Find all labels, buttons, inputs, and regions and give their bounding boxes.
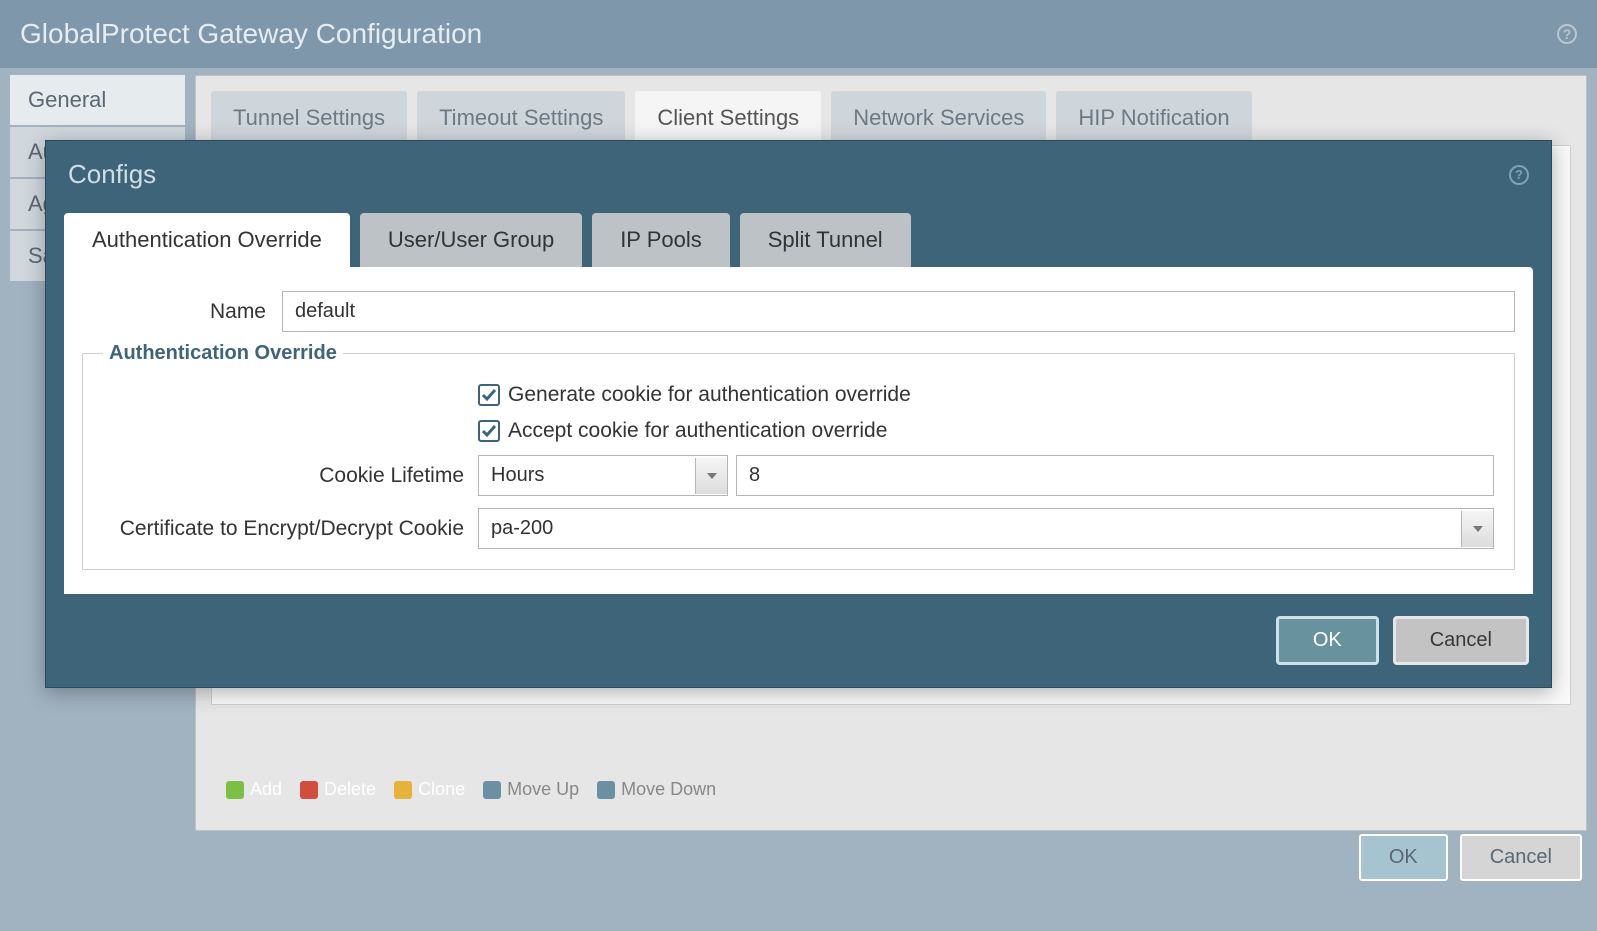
outer-dialog-header: GlobalProtect Gateway Configuration ? [0, 0, 1597, 68]
cookie-lifetime-label: Cookie Lifetime [103, 464, 478, 488]
delete-label: Delete [324, 779, 376, 800]
configs-ok-button[interactable]: OK [1276, 616, 1379, 665]
auth-override-legend: Authentication Override [103, 342, 343, 365]
arrow-down-icon [597, 781, 615, 799]
clone-label: Clone [418, 779, 465, 800]
minus-icon [300, 781, 318, 799]
name-row: Name [82, 291, 1515, 332]
arrow-up-icon [483, 781, 501, 799]
top-tabs: Tunnel Settings Timeout Settings Client … [211, 91, 1571, 145]
configs-title: Configs [68, 159, 156, 190]
add-button[interactable]: Add [226, 779, 282, 800]
outer-dialog-title: GlobalProtect Gateway Configuration [20, 18, 482, 50]
top-tab-timeout-settings[interactable]: Timeout Settings [417, 91, 625, 145]
accept-cookie-label: Accept cookie for authentication overrid… [508, 419, 887, 443]
tab-user-user-group[interactable]: User/User Group [360, 213, 582, 267]
tab-split-tunnel[interactable]: Split Tunnel [740, 213, 911, 267]
delete-button[interactable]: Delete [300, 779, 376, 800]
add-label: Add [250, 779, 282, 800]
help-icon[interactable]: ? [1557, 24, 1577, 44]
cookie-lifetime-row: Cookie Lifetime Hours [103, 455, 1494, 496]
plus-icon [226, 781, 244, 799]
sidebar-tab-general[interactable]: General [10, 75, 185, 127]
generate-cookie-checkbox[interactable] [478, 384, 500, 406]
clone-button[interactable]: Clone [394, 779, 465, 800]
configs-tabs: Authentication Override User/User Group … [46, 213, 1551, 267]
cookie-lifetime-unit-select[interactable]: Hours [478, 455, 728, 496]
check-icon [481, 423, 497, 439]
configs-footer: OK Cancel [46, 594, 1551, 687]
cert-value: pa-200 [479, 509, 1461, 548]
top-tab-tunnel-settings[interactable]: Tunnel Settings [211, 91, 407, 145]
top-tab-hip-notification[interactable]: HIP Notification [1056, 91, 1251, 145]
cookie-lifetime-value-input[interactable] [736, 455, 1494, 496]
generate-cookie-row: Generate cookie for authentication overr… [103, 383, 1494, 407]
name-input[interactable] [282, 291, 1515, 332]
move-down-label: Move Down [621, 779, 716, 800]
clone-icon [394, 781, 412, 799]
configs-modal: Configs ? Authentication Override User/U… [45, 140, 1552, 688]
tab-ip-pools[interactable]: IP Pools [592, 213, 730, 267]
help-icon[interactable]: ? [1509, 165, 1529, 185]
move-down-button[interactable]: Move Down [597, 779, 716, 800]
cookie-lifetime-unit-value: Hours [479, 456, 695, 495]
cert-label: Certificate to Encrypt/Decrypt Cookie [103, 517, 478, 541]
outer-cancel-button[interactable]: Cancel [1460, 834, 1582, 881]
chevron-down-icon [695, 458, 727, 494]
accept-cookie-checkbox[interactable] [478, 420, 500, 442]
configs-body: Name Authentication Override Generate co… [64, 267, 1533, 594]
move-up-label: Move Up [507, 779, 579, 800]
cert-select[interactable]: pa-200 [478, 508, 1494, 549]
accept-cookie-row: Accept cookie for authentication overrid… [103, 419, 1494, 443]
configs-cancel-button[interactable]: Cancel [1393, 616, 1529, 665]
top-tab-client-settings[interactable]: Client Settings [635, 91, 821, 145]
tab-authentication-override[interactable]: Authentication Override [64, 213, 350, 267]
configs-header: Configs ? [46, 141, 1551, 208]
name-label: Name [82, 300, 282, 324]
outer-footer: OK Cancel [1359, 834, 1582, 881]
outer-ok-button[interactable]: OK [1359, 834, 1448, 881]
generate-cookie-label: Generate cookie for authentication overr… [508, 383, 911, 407]
action-bar: Add Delete Clone Move Up Move Down [226, 779, 716, 800]
chevron-down-icon [1461, 511, 1493, 547]
auth-override-fieldset: Authentication Override Generate cookie … [82, 342, 1515, 570]
check-icon [481, 387, 497, 403]
top-tab-network-services[interactable]: Network Services [831, 91, 1046, 145]
move-up-button[interactable]: Move Up [483, 779, 579, 800]
cert-row: Certificate to Encrypt/Decrypt Cookie pa… [103, 508, 1494, 549]
